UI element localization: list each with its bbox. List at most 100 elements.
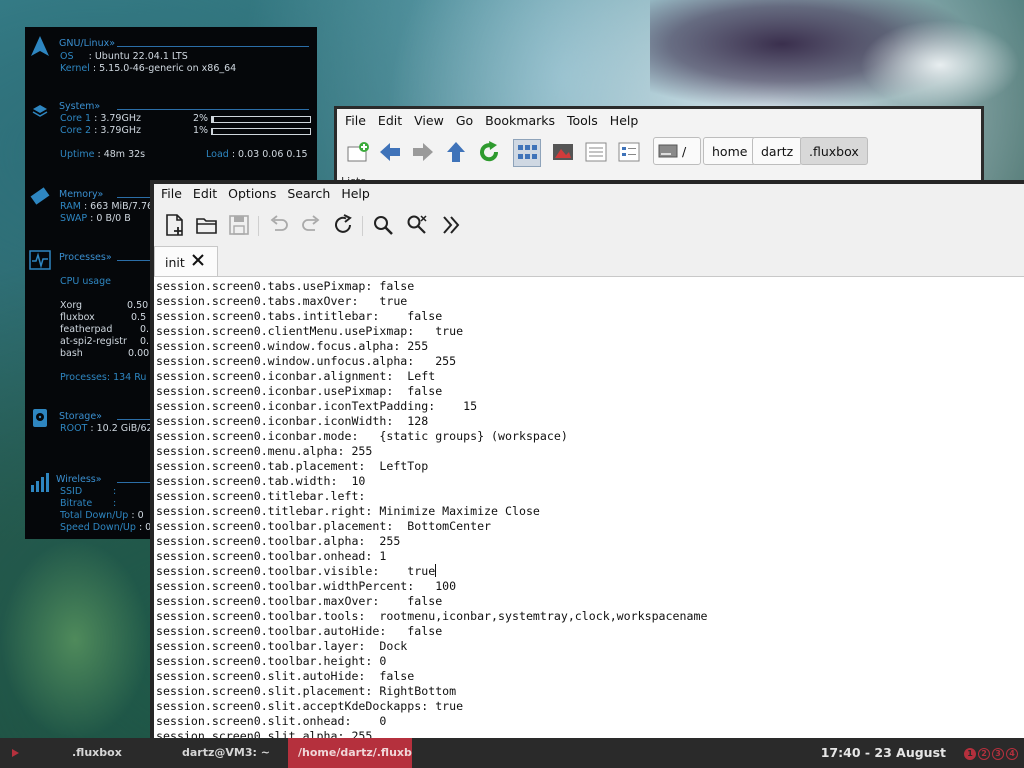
find-icon[interactable]	[370, 212, 396, 238]
process-name: bash	[60, 348, 83, 359]
core2-usage-bar	[211, 128, 311, 135]
process-name: Xorg	[60, 300, 83, 311]
code-line: session.screen0.window.unfocus.alpha: 25…	[156, 354, 457, 368]
breadcrumb-root-label: /	[682, 144, 687, 159]
open-folder-icon[interactable]	[194, 212, 220, 238]
workspace-1[interactable]: 1	[964, 748, 976, 760]
process-cpu: 0.00	[128, 348, 150, 359]
task-fluxbox[interactable]: .fluxbox	[72, 738, 122, 768]
breadcrumb-dartz[interactable]: dartz	[752, 137, 803, 165]
workspace-3[interactable]: 3	[992, 748, 1004, 760]
root-label: ROOT	[60, 423, 88, 434]
hard-drive-icon	[33, 409, 47, 427]
fm-menu-bookmarks[interactable]: Bookmarks	[485, 113, 555, 128]
processes-header: Processes»	[59, 252, 112, 263]
tab-bar: init	[154, 246, 1024, 277]
kernel-value: : 5.15.0-46-generic on x86_64	[92, 63, 237, 74]
fm-menu-help[interactable]: Help	[610, 113, 639, 128]
task-terminal[interactable]: dartz@VM3: ~	[182, 738, 270, 768]
divider	[117, 46, 309, 47]
compact-view-icon[interactable]	[583, 139, 609, 165]
menu-edit[interactable]: Edit	[193, 186, 217, 201]
core1-value: : 3.79GHz	[94, 113, 141, 124]
editor-toolbar	[154, 208, 1024, 244]
storage-header: Storage»	[59, 411, 102, 422]
go-to-line-icon[interactable]	[438, 212, 464, 238]
find-replace-icon[interactable]	[404, 212, 430, 238]
fm-menu-view[interactable]: View	[414, 113, 444, 128]
memory-icon	[30, 187, 50, 205]
menu-help[interactable]: Help	[341, 186, 370, 201]
swap-label: SWAP	[60, 213, 88, 224]
forward-arrow-icon[interactable]	[410, 139, 436, 165]
redo-icon[interactable]	[298, 212, 324, 238]
thumbnail-view-icon[interactable]	[550, 139, 576, 165]
code-line: session.screen0.iconbar.iconTextPadding:…	[156, 399, 478, 413]
menu-file[interactable]: File	[161, 186, 182, 201]
code-line: session.screen0.tabs.usePixmap: false	[156, 279, 415, 293]
text-editor-area[interactable]: session.screen0.tabs.usePixmap: false se…	[154, 277, 1024, 757]
breadcrumb-root[interactable]: /	[653, 137, 701, 165]
toolbar-separator	[362, 216, 363, 236]
os-value: : Ubuntu 22.04.1 LTS	[88, 51, 188, 62]
bitrate-value: :	[113, 498, 117, 509]
code-line: session.screen0.titlebar.right: Minimize…	[156, 504, 540, 518]
up-arrow-icon[interactable]	[443, 139, 469, 165]
wireless-header: Wireless»	[56, 474, 102, 485]
fm-menu-go[interactable]: Go	[456, 113, 473, 128]
breadcrumb-fluxbox[interactable]: .fluxbox	[800, 137, 868, 165]
new-tab-icon[interactable]	[345, 139, 371, 165]
root-value: : 10.2 GiB/62	[90, 423, 153, 434]
menu-search[interactable]: Search	[287, 186, 330, 201]
core2-value: : 3.79GHz	[94, 125, 141, 136]
tab-init[interactable]: init	[154, 246, 218, 276]
process-cpu: 0.50	[127, 300, 149, 311]
save-icon[interactable]	[226, 212, 252, 238]
core1-percent: 2%	[193, 113, 209, 124]
load-label: Load	[206, 149, 229, 160]
code-line: session.screen0.iconbar.alignment: Left	[156, 369, 436, 383]
code-line: session.screen0.tabs.maxOver: true	[156, 294, 408, 308]
process-name: at-spi2-registr	[60, 336, 127, 347]
total-down-up-label: Total Down/Up	[60, 510, 129, 521]
close-tab-icon[interactable]	[191, 253, 205, 267]
uptime-label: Uptime	[60, 149, 95, 160]
detailed-list-icon[interactable]	[616, 139, 642, 165]
fm-menu-edit[interactable]: Edit	[378, 113, 402, 128]
signal-bars-icon	[31, 473, 49, 492]
code-line: session.screen0.toolbar.tools: rootmenu,…	[156, 609, 708, 623]
icon-view-icon[interactable]	[513, 139, 541, 167]
fm-menu-file[interactable]: File	[345, 113, 366, 128]
code-line: session.screen0.toolbar.autoHide: false	[156, 624, 443, 638]
menu-options[interactable]: Options	[228, 186, 276, 201]
ram-label: RAM	[60, 201, 81, 212]
toolbar-separator	[258, 216, 259, 236]
workspace-4[interactable]: 4	[1006, 748, 1018, 760]
kernel-label: Kernel	[60, 63, 90, 74]
wallpaper-foliage	[0, 540, 150, 740]
core1-usage-bar	[211, 116, 311, 123]
process-name: featherpad	[60, 324, 113, 335]
undo-icon[interactable]	[266, 212, 292, 238]
code-line: session.screen0.toolbar.visible: true	[156, 564, 436, 578]
process-cpu: 0.	[140, 336, 150, 347]
code-line: session.screen0.titlebar.left:	[156, 489, 366, 503]
ssid-label: SSID	[60, 486, 83, 497]
cpu-chip-icon	[32, 105, 48, 117]
core2-usage-fill	[212, 129, 213, 134]
clock: 17:40 - 23 August	[820, 745, 946, 760]
task-editor[interactable]: /home/dartz/.fluxb	[288, 738, 412, 768]
breadcrumb-home[interactable]: home	[703, 137, 757, 165]
root-menu-arrow-icon[interactable]	[10, 748, 20, 758]
new-document-icon[interactable]	[162, 212, 188, 238]
workspace-2[interactable]: 2	[978, 748, 990, 760]
reload-icon[interactable]	[330, 212, 356, 238]
editor-menubar: File Edit Options Search Help	[161, 186, 381, 201]
processes-total-label: Processes:	[60, 372, 111, 383]
fm-menu-tools[interactable]: Tools	[567, 113, 598, 128]
code-line: session.screen0.toolbar.placement: Botto…	[156, 519, 492, 533]
reload-icon[interactable]	[476, 139, 502, 165]
back-arrow-icon[interactable]	[377, 139, 403, 165]
editor-window: File Edit Options Search Help init sessi…	[150, 180, 1024, 757]
code-line: session.screen0.tab.width: 10	[156, 474, 366, 488]
